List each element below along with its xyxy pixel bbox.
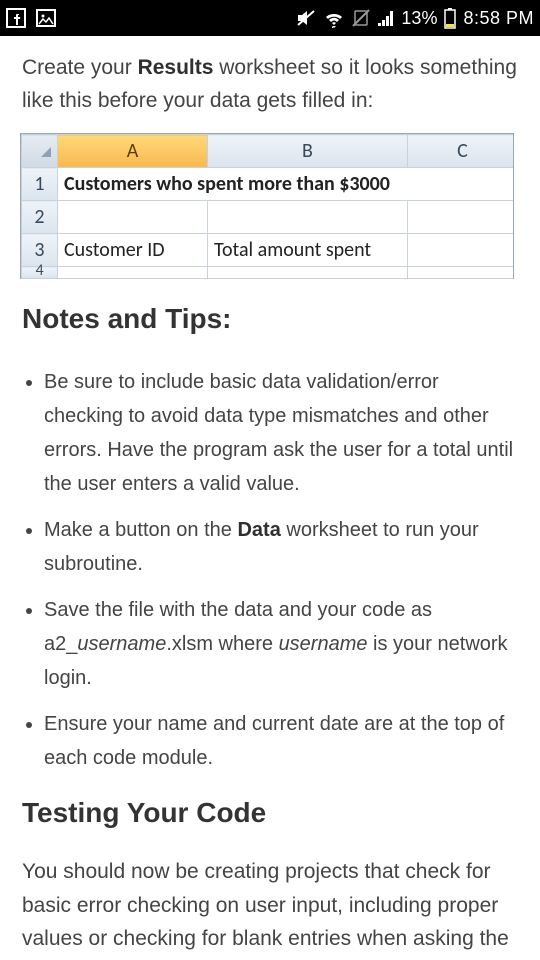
spreadsheet-preview: A B C 1 Customers who spent more than $3…	[20, 133, 514, 279]
table-row: 3 Customer ID Total amount spent	[22, 234, 515, 267]
cell	[58, 267, 208, 279]
list-item: Be sure to include basic data validation…	[44, 365, 518, 501]
notes-heading: Notes and Tips:	[22, 303, 518, 335]
tip-text: Be sure to include basic data validation…	[44, 371, 513, 495]
cell-a1: Customers who spent more than $3000	[58, 168, 515, 201]
cell-b3: Total amount spent	[208, 234, 408, 267]
cell	[408, 267, 515, 279]
list-item: Ensure your name and current date are at…	[44, 707, 518, 775]
testing-heading: Testing Your Code	[22, 797, 518, 829]
battery-percent: 13%	[401, 8, 437, 29]
table-row: 4	[22, 267, 515, 279]
results-bold: Results	[138, 56, 214, 79]
cell	[208, 201, 408, 234]
tips-list: Be sure to include basic data validation…	[22, 365, 518, 775]
cell	[58, 201, 208, 234]
status-clock: 8:58 PM	[463, 8, 534, 29]
image-icon	[36, 8, 56, 28]
no-sim-icon	[351, 8, 371, 28]
col-header-b: B	[208, 135, 408, 168]
col-header-c: C	[408, 135, 515, 168]
header-row: A B C	[22, 135, 515, 168]
wifi-icon	[323, 8, 345, 28]
tip-text: .xlsm where	[166, 633, 278, 655]
tip-text: Ensure your name and current date are at…	[44, 713, 504, 769]
row-header: 2	[22, 201, 58, 234]
intro-paragraph: Create your Results worksheet so it look…	[22, 52, 518, 117]
cell	[408, 201, 515, 234]
intro-text: Create your	[22, 56, 138, 79]
row-header: 1	[22, 168, 58, 201]
status-right: 13% 8:58 PM	[295, 7, 534, 29]
col-header-a: A	[58, 135, 208, 168]
cell	[408, 234, 515, 267]
table-row: 1 Customers who spent more than $3000	[22, 168, 515, 201]
tip-text: Make a button on the	[44, 519, 237, 541]
select-all-corner	[22, 135, 58, 168]
page-content: Create your Results worksheet so it look…	[0, 36, 540, 956]
mute-icon	[295, 8, 317, 28]
table-row: 2	[22, 201, 515, 234]
row-header: 4	[22, 267, 58, 279]
status-left	[6, 8, 56, 28]
spreadsheet-table: A B C 1 Customers who spent more than $3…	[21, 134, 514, 279]
android-status-bar: 13% 8:58 PM	[0, 0, 540, 36]
cell-a3: Customer ID	[58, 234, 208, 267]
outro-paragraph: You should now be creating projects that…	[22, 855, 518, 956]
cell	[208, 267, 408, 279]
battery-icon	[443, 7, 457, 29]
facebook-icon	[6, 8, 26, 28]
username-italic: username	[279, 633, 368, 655]
signal-icon	[377, 9, 395, 27]
data-bold: Data	[237, 519, 280, 541]
list-item: Make a button on the Data worksheet to r…	[44, 513, 518, 581]
list-item: Save the file with the data and your cod…	[44, 593, 518, 695]
username-italic: username	[77, 633, 166, 655]
